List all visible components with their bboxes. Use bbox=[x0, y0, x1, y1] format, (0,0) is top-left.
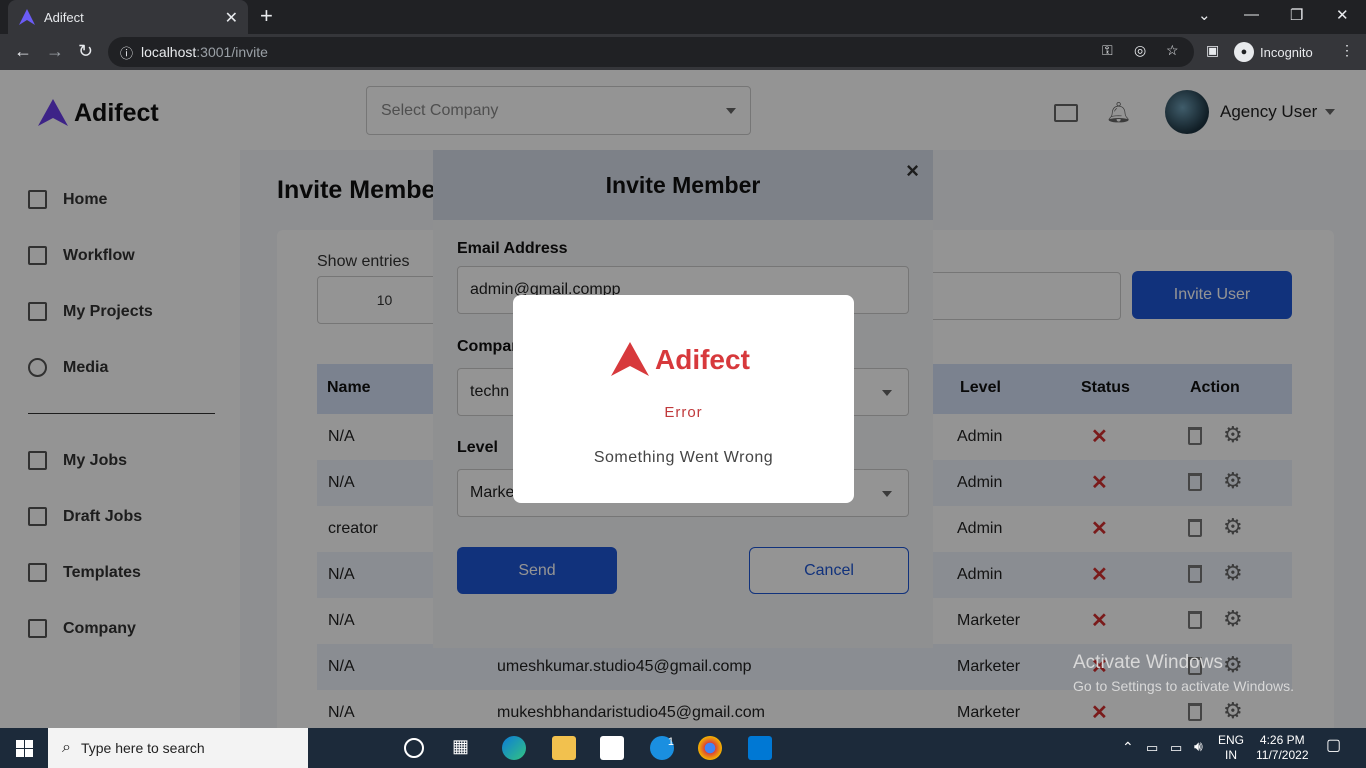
chrome-icon[interactable] bbox=[698, 736, 722, 760]
forward-icon[interactable]: → bbox=[46, 42, 64, 60]
windows-taskbar: ⌕ Type here to search ▦ 1 ⌃ ▭ ▭ 🔊︎ ENG I… bbox=[0, 728, 1366, 768]
bookmark-star-icon[interactable]: ☆ bbox=[1166, 42, 1179, 59]
browser-tab-bar: Adifect ✕ + ⌄ — ❐ ✕ bbox=[0, 0, 1366, 34]
popup-brand-name: Adifect bbox=[655, 344, 750, 375]
url-path: :3001/invite bbox=[196, 44, 268, 60]
watermark-title: Activate Windows bbox=[1073, 652, 1223, 673]
restore-icon[interactable]: ❐ bbox=[1290, 6, 1303, 24]
store-icon[interactable] bbox=[600, 736, 624, 760]
incognito-indicator[interactable]: ● Incognito bbox=[1234, 38, 1313, 66]
browser-tab[interactable]: Adifect ✕ bbox=[8, 0, 248, 34]
vscode-icon[interactable] bbox=[748, 736, 772, 760]
task-view-icon[interactable]: ▦ bbox=[452, 736, 476, 760]
skype-badge: 1 bbox=[667, 736, 674, 748]
language-code: ENG bbox=[1218, 733, 1245, 747]
window-close-icon[interactable]: ✕ bbox=[1336, 6, 1349, 24]
site-info-icon[interactable]: ⓘ bbox=[120, 43, 133, 62]
tray-chevron-icon[interactable]: ⌃ bbox=[1122, 740, 1134, 755]
network-icon[interactable]: ▭ bbox=[1170, 740, 1182, 755]
tab-close-icon[interactable]: ✕ bbox=[225, 8, 238, 28]
clock[interactable]: 4:26 PM 11/7/2022 bbox=[1256, 733, 1309, 763]
side-panel-icon[interactable]: ▣ bbox=[1206, 42, 1219, 59]
tab-title: Adifect bbox=[44, 9, 84, 25]
tab-search-chevron-icon[interactable]: ⌄ bbox=[1198, 6, 1211, 24]
volume-icon[interactable]: 🔊︎ bbox=[1194, 739, 1203, 754]
eye-off-icon[interactable]: ◎ bbox=[1134, 42, 1146, 59]
skype-icon[interactable]: 1 bbox=[650, 736, 674, 760]
windows-start-icon[interactable] bbox=[16, 740, 33, 757]
clock-time: 4:26 PM bbox=[1259, 733, 1305, 747]
activate-windows-watermark: Activate Windows Go to Settings to activ… bbox=[1073, 652, 1294, 694]
edge-icon[interactable] bbox=[502, 736, 526, 760]
minimize-icon[interactable]: — bbox=[1244, 6, 1259, 23]
url-field[interactable]: ⓘ localhost:3001/invite bbox=[108, 37, 1194, 67]
address-bar-row: ← → ↻ ⓘ localhost:3001/invite ⚿ ◎ ☆ ▣ ● … bbox=[0, 34, 1366, 70]
key-icon[interactable]: ⚿ bbox=[1102, 42, 1113, 59]
reload-icon[interactable]: ↻ bbox=[78, 42, 93, 60]
popup-brand-logo: Adifect bbox=[609, 340, 750, 380]
watermark-subtitle: Go to Settings to activate Windows. bbox=[1073, 678, 1294, 694]
browser-menu-icon[interactable]: ⋮ bbox=[1340, 42, 1354, 59]
taskbar-search[interactable]: ⌕ Type here to search bbox=[48, 728, 308, 768]
adifect-favicon-icon bbox=[19, 9, 35, 25]
language-indicator[interactable]: ENG IN bbox=[1218, 733, 1244, 763]
back-icon[interactable]: ← bbox=[14, 42, 32, 60]
taskbar-search-placeholder: Type here to search bbox=[80, 740, 205, 756]
region-code: IN bbox=[1225, 748, 1237, 762]
error-popup: Adifect Error Something Went Wrong bbox=[513, 295, 854, 503]
file-explorer-icon[interactable] bbox=[552, 736, 576, 760]
tray-device-icon[interactable]: ▭ bbox=[1146, 740, 1158, 755]
incognito-icon: ● bbox=[1234, 42, 1254, 62]
incognito-label: Incognito bbox=[1260, 44, 1313, 60]
error-message: Something Went Wrong bbox=[593, 449, 774, 466]
clock-date: 11/7/2022 bbox=[1256, 748, 1309, 762]
cortana-icon[interactable] bbox=[404, 738, 424, 758]
error-title: Error bbox=[664, 404, 703, 421]
search-icon: ⌕ bbox=[62, 739, 71, 756]
adifect-logo-icon bbox=[611, 342, 649, 376]
notifications-icon[interactable]: ▢ bbox=[1326, 738, 1341, 754]
url-host: localhost bbox=[141, 44, 197, 60]
new-tab-icon[interactable]: + bbox=[260, 5, 273, 27]
